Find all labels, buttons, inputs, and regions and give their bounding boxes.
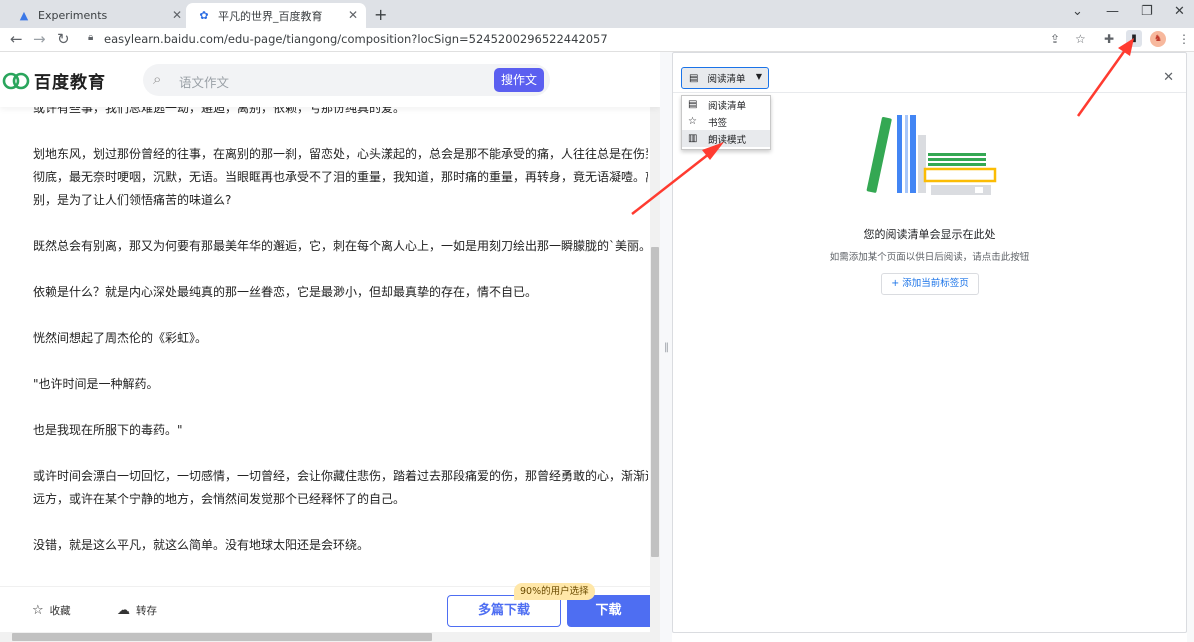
reading-list-icon: ▤ (688, 99, 698, 110)
article-paragraph: 没错，就是这么平凡，就这么简单。没有地球太阳还是会环绕。 (33, 534, 648, 557)
grip-icon: ‖ (664, 342, 669, 353)
dropdown-caret-icon: ▼ (755, 72, 762, 81)
reload-button[interactable]: ↻ (57, 31, 70, 47)
tab-baidu-edu[interactable]: ✿ 平凡的世界_百度教育 ✕ (186, 3, 366, 28)
web-page: 百度教育 ⌕ 语文作文 搜作文 或许有些事，我们总难逃一劫，邂逅，离别，依赖，亏… (0, 52, 660, 642)
paragraph-line: 恍然间想起了周杰伦的《彩虹》。 (33, 331, 208, 345)
logo-leaf-icon (2, 72, 30, 89)
empty-state-subtitle: 如需添加某个页面以供日后阅读，请点击此按钮 (829, 252, 1030, 263)
star-icon: ☆ (688, 116, 697, 127)
close-side-panel-button[interactable]: ✕ (1163, 70, 1174, 85)
paragraph-line: 别，是为了让人们领悟痛苦的味道么? (33, 193, 232, 207)
paragraph-line: 划地东风，划过那份曾经的往事，在离别的那一刹，留恋处，心头漾起的，总会是那不能承… (33, 147, 648, 161)
menu-icon[interactable]: ⋮ (1178, 32, 1190, 46)
favorite-button[interactable]: ☆ 收藏 (32, 603, 71, 618)
close-icon[interactable]: ✕ (172, 8, 182, 22)
tab-experiments[interactable]: ▲ Experiments ✕ (6, 3, 190, 28)
paragraph-line: 也是我现在所服下的毒药。" (33, 423, 183, 437)
cloud-save-icon: ☁ (117, 603, 130, 618)
books-illustration (866, 115, 997, 195)
add-current-tab-button[interactable]: + 添加当前标签页 (881, 273, 979, 295)
search-placeholder: 语文作文 (179, 75, 230, 90)
tab-title: 平凡的世界_百度教育 (218, 9, 323, 23)
paragraph-line: 依赖是什么？就是内心深处最纯真的那一丝眷恋，它是最渺小，但却最真挚的存在，情不自… (33, 285, 538, 299)
window-close-button[interactable]: ✕ (1174, 4, 1185, 19)
article-paragraph: "也许时间是一种解药。 (33, 373, 648, 396)
option-reading-list[interactable]: ▤ 阅读清单 (682, 96, 770, 113)
paragraph-line: 或许时间会漂白一切回忆，一切感情，一切曾经，会让你藏住悲伤，踏着过去那段痛爱的伤… (33, 469, 648, 483)
new-tab-button[interactable]: + (374, 5, 387, 24)
lock-icon: 🔒︎ (88, 32, 94, 43)
tab-strip: ▲ Experiments ✕ ✿ 平凡的世界_百度教育 ✕ + ⌄ — ❐ ✕ (0, 0, 1194, 28)
paragraph-line: "也许时间是一种解药。 (33, 377, 159, 391)
scroll-thumb[interactable] (651, 247, 659, 557)
horizontal-scrollbar[interactable] (0, 632, 650, 642)
article-paragraph: 或许时间会漂白一切回忆，一切感情，一切曾经，会让你藏住悲伤，踏着过去那段痛爱的伤… (33, 465, 648, 511)
article-paragraph: 划地东风，划过那份曾经的往事，在离别的那一刹，留恋处，心头漾起的，总会是那不能承… (33, 143, 648, 212)
article-body: 或许有些事，我们总难逃一劫，邂逅，离别，依赖，亏那份纯真的爱。 划地东风，划过那份… (33, 97, 648, 580)
side-panel-selector[interactable]: ▤ 阅读清单 ▼ (681, 67, 769, 89)
empty-state-title: 您的阅读清单会显示在此处 (863, 228, 996, 241)
save-label: 转存 (136, 605, 157, 617)
site-header: 百度教育 ⌕ 语文作文 搜作文 (0, 52, 660, 107)
baidu-edu-logo[interactable]: 百度教育 (2, 68, 106, 93)
reading-list-icon: ▤ (689, 72, 699, 84)
option-label: 阅读清单 (708, 100, 747, 112)
paragraph-line: 没错，就是这么平凡，就这么简单。没有地球太阳还是会环绕。 (33, 538, 370, 552)
article-paragraph: 恍然间想起了周杰伦的《彩虹》。 (33, 327, 648, 350)
back-button[interactable]: ← (10, 31, 23, 47)
search-icon: ⌕ (153, 70, 162, 88)
search-box[interactable]: ⌕ 语文作文 (143, 64, 550, 96)
paragraph-line: 彻底，最无奈时哽咽，沉默，无语。当眼眶再也承受不了泪的重量，我知道，那时痛的重量… (33, 170, 648, 184)
paragraph-line: 既然总会有别离，那又为何要有那最美年华的邂逅，它，刺在每个离人心上，一如是用刻刀… (33, 239, 648, 253)
selector-value: 阅读清单 (707, 74, 746, 85)
annotation-arrow-icon (631, 142, 724, 215)
address-bar[interactable]: 🔒︎ easylearn.baidu.com/edu-page/tiangong… (82, 29, 1082, 50)
scroll-thumb[interactable] (12, 633, 432, 641)
browser-toolbar: ← → ↻ 🔒︎ easylearn.baidu.com/edu-page/ti… (0, 28, 1194, 52)
flask-icon: ▲ (19, 8, 29, 22)
option-label: 书签 (708, 117, 728, 129)
favorite-label: 收藏 (49, 605, 71, 617)
url-text: easylearn.baidu.com/edu-page/tiangong/co… (104, 32, 608, 46)
download-bar: ☆ 收藏 ☁ 转存 多篇下载 下载 90%的用户选择 (0, 583, 650, 632)
tab-title: Experiments (38, 9, 108, 22)
article-paragraph: 依赖是什么？就是内心深处最纯真的那一丝眷恋，它是最渺小，但却最真挚的存在，情不自… (33, 281, 648, 304)
side-panel: ▤ 阅读清单 ▼ ✕ ▤ 阅读清单 ☆ 书签 ▥ 朗读模式 您的阅读清单会显示在… (672, 52, 1187, 633)
restore-button[interactable]: ❐ (1141, 4, 1153, 19)
article-paragraph: 既然总会有别离，那又为何要有那最美年华的邂逅，它，刺在每个离人心上，一如是用刻刀… (33, 235, 648, 258)
logo-text: 百度教育 (34, 73, 106, 93)
save-to-cloud-button[interactable]: ☁ 转存 (117, 603, 157, 618)
search-button[interactable]: 搜作文 (494, 68, 544, 92)
forward-button[interactable]: → (33, 31, 46, 47)
close-icon[interactable]: ✕ (348, 8, 358, 22)
minimize-button[interactable]: — (1106, 4, 1119, 19)
window-edge (1187, 52, 1194, 642)
article-paragraph: 也是我现在所服下的毒药。" (33, 419, 648, 442)
share-icon[interactable]: ⇪ (1050, 32, 1060, 46)
baidu-paw-icon: ✿ (199, 8, 209, 22)
option-bookmarks[interactable]: ☆ 书签 (682, 113, 770, 130)
paragraph-line: 远方，或许在某个宁静的地方，会悄然间发觉那个已经释怀了的自己。 (33, 492, 406, 506)
annotation-arrow-icon (1076, 38, 1134, 117)
star-icon: ☆ (32, 603, 44, 618)
popular-choice-badge: 90%的用户选择 (514, 583, 595, 600)
tab-search-chevron-icon[interactable]: ⌄ (1072, 4, 1083, 19)
profile-avatar-icon[interactable]: ♞ (1150, 31, 1166, 47)
